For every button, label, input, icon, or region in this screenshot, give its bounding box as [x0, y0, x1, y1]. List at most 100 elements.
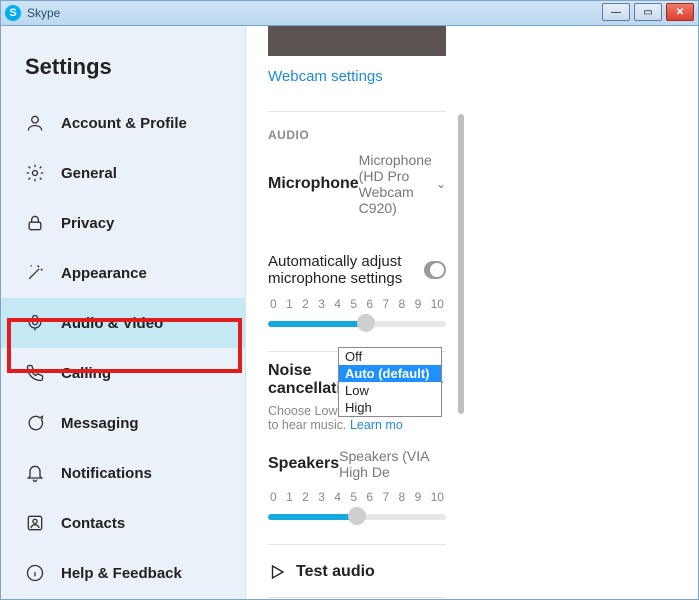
noise-option[interactable]: High: [339, 399, 441, 416]
speakers-device-value: Speakers (VIA High De: [339, 448, 446, 480]
tick-label: 1: [286, 297, 293, 311]
noise-option[interactable]: Low: [339, 382, 441, 399]
tick-label: 2: [302, 297, 309, 311]
sidebar-item-label: Help & Feedback: [61, 565, 182, 582]
sidebar-item-label: Audio & Video: [61, 315, 163, 332]
sidebar-item-label: Account & Profile: [61, 115, 187, 132]
tick-label: 3: [318, 490, 325, 504]
sidebar-item-account[interactable]: Account & Profile: [1, 98, 245, 148]
tick-label: 0: [270, 297, 277, 311]
tick-label: 5: [350, 490, 357, 504]
tick-label: 6: [366, 490, 373, 504]
play-icon: [268, 563, 286, 581]
microphone-level-meter: [268, 228, 446, 237]
contacts-icon: [25, 513, 45, 533]
divider: [268, 544, 446, 545]
chevron-down-icon: ⌄: [436, 177, 446, 191]
scrollbar[interactable]: [458, 114, 464, 591]
sidebar-item-messaging[interactable]: Messaging: [1, 398, 245, 448]
microphone-icon: [25, 313, 45, 333]
noise-option[interactable]: Off: [339, 348, 441, 365]
client-area: Settings Account & Profile General Priva…: [0, 26, 699, 600]
tick-label: 1: [286, 490, 293, 504]
test-audio-label: Test audio: [296, 563, 375, 581]
noise-cancellation-menu: OffAuto (default)LowHigh: [338, 347, 442, 417]
sidebar-item-label: Privacy: [61, 215, 114, 232]
sidebar-item-label: Appearance: [61, 265, 147, 282]
window-titlebar: S Skype — ▭ ✕: [0, 0, 699, 26]
webcam-preview: [268, 26, 446, 56]
tick-label: 0: [270, 490, 277, 504]
skype-icon: S: [5, 5, 21, 21]
lock-icon: [25, 213, 45, 233]
speakers-label: Speakers: [268, 455, 339, 473]
speakers-slider-ticks: 012345678910: [268, 490, 446, 504]
sidebar-item-general[interactable]: General: [1, 148, 245, 198]
divider: [268, 597, 446, 598]
wand-icon: [25, 263, 45, 283]
slider-knob[interactable]: [357, 314, 375, 332]
microphone-row: Microphone Microphone (HD Pro Webcam C92…: [268, 152, 446, 216]
tick-label: 8: [399, 297, 406, 311]
audio-section-label: AUDIO: [268, 128, 446, 142]
minimize-button[interactable]: —: [602, 3, 630, 21]
sidebar-item-label: Contacts: [61, 515, 125, 532]
window-title: Skype: [27, 6, 60, 20]
info-icon: [25, 563, 45, 583]
slider-fill: [268, 514, 357, 520]
webcam-settings-link[interactable]: Webcam settings: [268, 68, 383, 85]
speakers-device-dropdown[interactable]: Speakers (VIA High De: [339, 448, 446, 480]
window-buttons: — ▭ ✕: [602, 3, 694, 21]
microphone-label: Microphone: [268, 175, 359, 193]
tick-label: 5: [350, 297, 357, 311]
sidebar-item-label: Notifications: [61, 465, 152, 482]
sidebar-item-calling[interactable]: Calling: [1, 348, 245, 398]
tick-label: 7: [382, 297, 389, 311]
chat-icon: [25, 413, 45, 433]
speakers-row: Speakers Speakers (VIA High De: [268, 448, 446, 480]
sidebar-item-label: Calling: [61, 365, 111, 382]
tick-label: 6: [366, 297, 373, 311]
close-button[interactable]: ✕: [666, 3, 694, 21]
sidebar-item-appearance[interactable]: Appearance: [1, 248, 245, 298]
sidebar-item-help[interactable]: Help & Feedback: [1, 548, 245, 598]
sidebar-item-notifications[interactable]: Notifications: [1, 448, 245, 498]
sidebar-item-label: Messaging: [61, 415, 139, 432]
noise-option[interactable]: Auto (default): [339, 365, 441, 382]
tick-label: 4: [334, 297, 341, 311]
tick-label: 9: [415, 490, 422, 504]
sidebar-item-audio-video[interactable]: Audio & Video: [1, 298, 245, 348]
auto-adjust-toggle[interactable]: [424, 261, 446, 279]
bell-icon: [25, 463, 45, 483]
sidebar-item-label: General: [61, 165, 117, 182]
gear-icon: [25, 163, 45, 183]
settings-sidebar: Settings Account & Profile General Priva…: [1, 26, 246, 599]
tick-label: 2: [302, 490, 309, 504]
tick-label: 8: [399, 490, 406, 504]
auto-adjust-label: Automatically adjust microphone settings: [268, 253, 424, 287]
sidebar-item-privacy[interactable]: Privacy: [1, 198, 245, 248]
phone-icon: [25, 363, 45, 383]
settings-heading: Settings: [1, 54, 245, 98]
speakers-slider[interactable]: [268, 506, 446, 528]
slider-fill: [268, 321, 366, 327]
tick-label: 10: [431, 490, 444, 504]
microphone-slider-group: 012345678910: [268, 297, 446, 335]
test-audio-button[interactable]: Test audio: [268, 563, 446, 581]
tick-label: 3: [318, 297, 325, 311]
main-panel: Webcam settings AUDIO Microphone Microph…: [246, 26, 468, 599]
microphone-device-value: Microphone (HD Pro Webcam C920): [359, 152, 432, 216]
learn-more-link[interactable]: Learn mo: [350, 418, 403, 432]
scrollbar-thumb[interactable]: [458, 114, 464, 414]
microphone-device-dropdown[interactable]: Microphone (HD Pro Webcam C920) ⌄: [359, 152, 446, 216]
sidebar-item-contacts[interactable]: Contacts: [1, 498, 245, 548]
auto-adjust-row: Automatically adjust microphone settings: [268, 253, 446, 287]
microphone-slider[interactable]: [268, 313, 446, 335]
tick-label: 4: [334, 490, 341, 504]
speakers-slider-group: 012345678910: [268, 490, 446, 528]
maximize-button[interactable]: ▭: [634, 3, 662, 21]
microphone-slider-ticks: 012345678910: [268, 297, 446, 311]
divider: [268, 111, 446, 112]
slider-knob[interactable]: [348, 507, 366, 525]
tick-label: 10: [431, 297, 444, 311]
